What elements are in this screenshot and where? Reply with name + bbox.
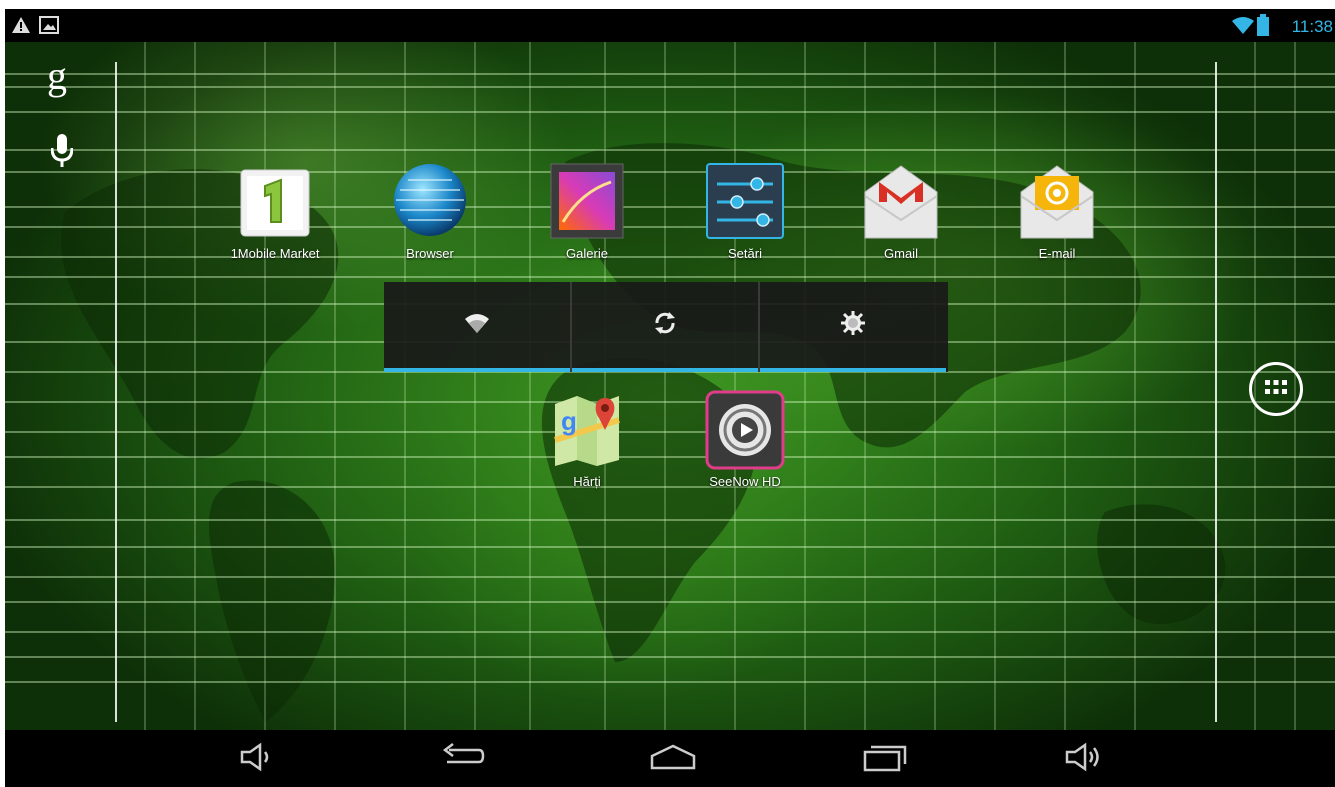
maps-icon: g (547, 390, 627, 470)
all-apps-button[interactable] (1249, 362, 1303, 416)
wifi-toggle[interactable] (384, 282, 570, 372)
settings-sliders-icon (705, 162, 785, 242)
app-label: SeeNow HD (709, 474, 781, 489)
image-icon (39, 15, 59, 40)
app-gmail[interactable]: Gmail (836, 162, 966, 261)
wifi-icon (464, 312, 490, 339)
battery-icon (1257, 14, 1269, 41)
brightness-icon (839, 309, 867, 342)
app-browser[interactable]: Browser (365, 162, 495, 261)
navigation-bar (5, 730, 1335, 787)
warning-icon (11, 15, 31, 40)
apps-grid-icon (1265, 379, 1287, 399)
seenow-hd-icon (705, 390, 785, 470)
app-seenow-hd[interactable]: SeeNow HD (680, 390, 810, 489)
status-bar: 11:38 (5, 9, 1335, 42)
google-search-icon[interactable]: g (47, 56, 67, 96)
sync-toggle[interactable] (572, 282, 758, 372)
wifi-icon (1231, 15, 1255, 40)
app-label: Hărți (573, 474, 601, 489)
back-icon[interactable] (439, 742, 485, 777)
app-label: Gmail (884, 246, 918, 261)
home-icon[interactable] (649, 742, 697, 777)
power-control-widget (384, 282, 948, 372)
gallery-icon (547, 162, 627, 242)
volume-up-icon[interactable] (1063, 742, 1105, 777)
app-label: Galerie (566, 246, 608, 261)
app-label: Browser (406, 246, 454, 261)
svg-text:g: g (561, 406, 577, 436)
brightness-toggle[interactable] (760, 282, 946, 372)
volume-down-icon[interactable] (238, 742, 274, 777)
app-email[interactable]: E-mail (992, 162, 1122, 261)
status-time: 11:38 (1291, 17, 1333, 36)
sync-icon (651, 309, 679, 342)
android-home-screen: 11:38 g 1Mobile Market Browser Galerie S… (5, 9, 1335, 787)
app-label: Setări (728, 246, 762, 261)
home-wallpaper: g 1Mobile Market Browser Galerie Setări … (5, 42, 1335, 730)
1mobile-market-icon (235, 162, 315, 242)
app-galerie[interactable]: Galerie (522, 162, 652, 261)
wallpaper-grid (5, 42, 1335, 730)
app-setari[interactable]: Setări (680, 162, 810, 261)
app-harti[interactable]: g Hărți (522, 390, 652, 489)
mic-icon[interactable] (50, 134, 74, 173)
browser-globe-icon (390, 162, 470, 242)
recent-apps-icon[interactable] (863, 742, 907, 777)
app-1mobile-market[interactable]: 1Mobile Market (210, 162, 340, 261)
gmail-icon (861, 162, 941, 242)
email-icon (1017, 162, 1097, 242)
app-label: 1Mobile Market (230, 246, 320, 261)
app-label: E-mail (1038, 246, 1076, 261)
